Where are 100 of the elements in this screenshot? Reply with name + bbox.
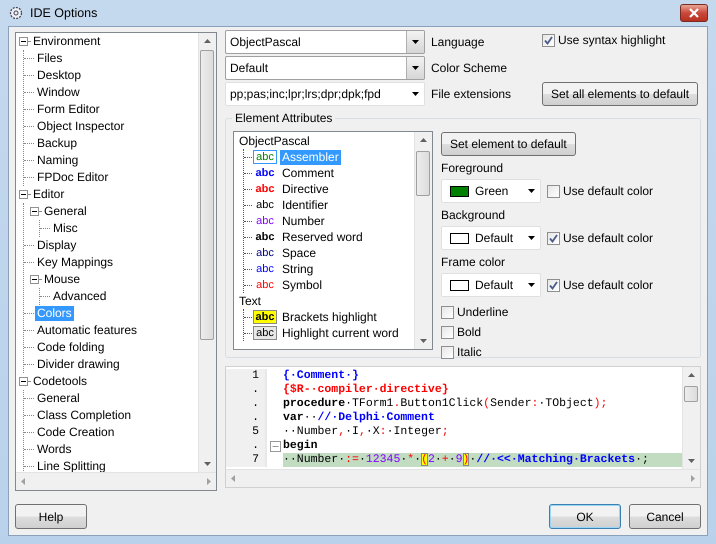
tree-item[interactable]: Desktop	[35, 68, 84, 83]
scrollbar-thumb[interactable]	[684, 386, 698, 402]
caret-icon	[528, 189, 535, 193]
style-checkbox[interactable]: Italic	[441, 345, 654, 359]
use-default-color-checkbox[interactable]: Use default color	[547, 231, 654, 245]
color-dropdown[interactable]: Default	[441, 273, 541, 297]
tree-item[interactable]: Backup	[35, 136, 80, 151]
collapse-icon[interactable]	[19, 190, 28, 199]
scroll-down-icon[interactable]	[420, 339, 427, 343]
group-title: Element Attributes	[232, 111, 336, 125]
fold-icon[interactable]	[270, 440, 280, 452]
tree-item[interactable]: Form Editor	[35, 102, 102, 117]
color-dropdown[interactable]: Green	[441, 179, 541, 203]
tree-item[interactable]: Display	[35, 238, 78, 253]
tree-item[interactable]: General	[42, 204, 89, 219]
line-number: .	[226, 411, 265, 425]
file-extensions-label: File extensions	[431, 87, 512, 101]
element-item[interactable]: Space	[280, 246, 318, 260]
color-dropdown[interactable]: Default	[441, 226, 541, 250]
scroll-right-icon[interactable]	[691, 475, 695, 482]
element-group: ObjectPascal	[234, 133, 414, 149]
tree-item[interactable]: Window	[35, 85, 82, 100]
tree-item[interactable]: Environment	[31, 34, 102, 49]
scroll-up-icon[interactable]	[688, 373, 695, 377]
gear-icon	[8, 5, 24, 21]
tree-item[interactable]: Class Completion	[35, 408, 134, 423]
scrollbar-thumb[interactable]	[200, 50, 214, 340]
element-item[interactable]: Highlight current word	[280, 326, 401, 340]
syntax-highlight-checkbox[interactable]: Use syntax highlight	[542, 33, 704, 47]
scroll-right-icon[interactable]	[207, 478, 211, 485]
collapse-icon[interactable]	[19, 37, 28, 46]
collapse-icon[interactable]	[19, 377, 28, 386]
code-line: procedure·TForm1.Button1Click(Sender:·TObject);	[283, 397, 608, 411]
tree-item[interactable]: FPDoc Editor	[35, 170, 110, 185]
style-checkbox[interactable]: Bold	[441, 325, 654, 339]
tree-item[interactable]: General	[35, 391, 82, 406]
cancel-button[interactable]: Cancel	[629, 504, 701, 529]
tree-item[interactable]: Mouse	[42, 272, 82, 287]
use-default-color-checkbox[interactable]: Use default color	[547, 278, 654, 292]
code-line: ··Number,·I,·X:·Integer;	[283, 425, 450, 439]
close-button[interactable]	[680, 4, 708, 22]
file-extensions-field[interactable]: pp;pas;inc;lpr;lrs;dpr;dpk;fpd	[225, 82, 425, 106]
tree-item[interactable]: Automatic features	[35, 323, 140, 338]
element-item[interactable]: Brackets highlight	[280, 310, 379, 324]
set-element-default-button[interactable]: Set element to default	[441, 132, 576, 156]
element-item[interactable]: Symbol	[280, 278, 324, 292]
sample-text: abc	[256, 247, 274, 259]
tree-item[interactable]: Code Creation	[35, 425, 116, 440]
tree-item[interactable]: Editor	[31, 187, 66, 202]
scroll-left-icon[interactable]	[21, 478, 25, 485]
help-button[interactable]: Help	[15, 504, 87, 529]
scroll-up-icon[interactable]	[204, 39, 211, 43]
element-item[interactable]: Number	[280, 214, 327, 228]
use-default-color-checkbox[interactable]: Use default color	[547, 184, 654, 198]
scroll-up-icon[interactable]	[420, 138, 427, 142]
tree-item[interactable]: Code folding	[35, 340, 106, 355]
scroll-left-icon[interactable]	[231, 475, 235, 482]
collapse-icon[interactable]	[30, 275, 39, 284]
collapse-icon[interactable]	[30, 207, 39, 216]
caret-icon	[528, 236, 535, 240]
element-item[interactable]: Reserved word	[280, 230, 365, 244]
check-icon	[548, 280, 559, 290]
tree-item[interactable]: Advanced	[51, 289, 108, 304]
tree-item[interactable]: Words	[35, 442, 74, 457]
element-item[interactable]: String	[280, 262, 316, 276]
element-group: Text	[234, 293, 414, 309]
element-item[interactable]: Directive	[280, 182, 331, 196]
sample-text: abc	[256, 151, 274, 163]
scrollbar-thumb[interactable]	[416, 151, 430, 196]
vertical-scrollbar[interactable]	[414, 132, 432, 349]
tree-item[interactable]: Key Mappings	[35, 255, 116, 270]
sample-text: abc	[256, 279, 274, 291]
tree-item[interactable]: Files	[35, 51, 64, 66]
sample-text: abc	[256, 199, 274, 211]
color-label: Background	[441, 208, 506, 222]
caret-icon	[412, 66, 419, 70]
color-scheme-label: Color Scheme	[431, 61, 508, 75]
sample-text: abc	[256, 215, 274, 227]
color-scheme-dropdown[interactable]: Default	[225, 56, 425, 80]
sample-text: abc	[256, 263, 274, 275]
horizontal-scrollbar[interactable]	[16, 472, 216, 490]
sample-text: abc	[256, 167, 274, 179]
tree-item[interactable]: Object Inspector	[35, 119, 126, 134]
vertical-scrollbar[interactable]	[682, 367, 700, 469]
scroll-down-icon[interactable]	[688, 459, 695, 463]
tree-item[interactable]: Naming	[35, 153, 80, 168]
set-all-default-button[interactable]: Set all elements to default	[542, 82, 698, 106]
element-item[interactable]: Identifier	[280, 198, 330, 212]
ok-button[interactable]: OK	[549, 504, 621, 529]
element-item[interactable]: Comment	[280, 166, 336, 180]
color-label: Frame color	[441, 255, 506, 269]
window-title: IDE Options	[30, 6, 98, 20]
language-dropdown[interactable]: ObjectPascal	[225, 30, 425, 54]
vertical-scrollbar[interactable]	[198, 33, 216, 472]
tree-item[interactable]: Codetools	[31, 374, 90, 389]
style-checkbox[interactable]: Underline	[441, 305, 654, 319]
tree-item[interactable]: Divider drawing	[35, 357, 122, 372]
scroll-down-icon[interactable]	[204, 462, 211, 466]
tree-item[interactable]: Misc	[51, 221, 80, 236]
code-line: {·Comment·}	[283, 369, 360, 383]
